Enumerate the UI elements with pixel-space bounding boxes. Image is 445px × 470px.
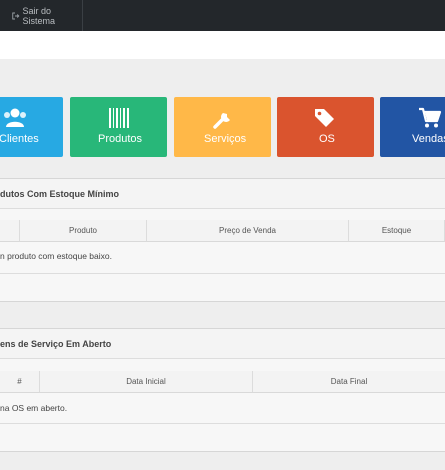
tile-label: OS (319, 133, 335, 145)
tile-label: Serviços (204, 133, 247, 145)
tile-label: Produtos (98, 133, 143, 145)
col-header-data-inicial: Data Inicial (40, 371, 253, 393)
panel-title: ens de Serviço Em Aberto (0, 338, 112, 349)
col-header-data-final: Data Final (253, 371, 445, 393)
users-icon (4, 108, 26, 127)
panel-header: ens de Serviço Em Aberto (0, 329, 445, 359)
barcode-icon (109, 108, 129, 128)
tile-os[interactable]: OS (277, 97, 374, 157)
col-header-blank (0, 220, 20, 242)
empty-message: na OS em aberto. (0, 403, 68, 413)
open-os-panel: ens de Serviço Em Aberto # Data Inicial … (0, 328, 445, 452)
row-divider (0, 423, 445, 424)
col-header-preco: Preço de Venda (147, 220, 349, 242)
row-divider (0, 273, 445, 274)
panel-body: Produto Preço de Venda Estoque n produto… (0, 209, 445, 301)
tile-produtos[interactable]: Produtos (70, 97, 167, 157)
tile-clientes[interactable]: Clientes (0, 97, 63, 157)
tags-icon (315, 109, 334, 127)
logout-icon (12, 12, 20, 19)
header-bar (0, 31, 445, 59)
top-navbar: Sair do Sistema (0, 0, 445, 31)
empty-message: n produto com estoque baixo. (0, 251, 112, 261)
tile-vendas[interactable]: Vendas (380, 97, 445, 157)
panel-title: dutos Com Estoque Mínimo (0, 188, 119, 199)
tile-label: Clientes (0, 133, 39, 145)
col-header-id: # (0, 371, 40, 393)
tile-label: Vendas (412, 133, 445, 145)
panel-header: dutos Com Estoque Mínimo (0, 179, 445, 209)
logout-label: Sair do Sistema (22, 5, 56, 26)
low-stock-panel: dutos Com Estoque Mínimo Produto Preço d… (0, 178, 445, 302)
panel-body: # Data Inicial Data Final na OS em abert… (0, 359, 445, 451)
tile-servicos[interactable]: Serviços (174, 97, 271, 157)
cart-icon (419, 107, 442, 128)
col-header-produto: Produto (20, 220, 147, 242)
col-header-estoque: Estoque (349, 220, 445, 242)
logout-link[interactable]: Sair do Sistema (0, 0, 83, 31)
wrench-icon (213, 113, 230, 129)
